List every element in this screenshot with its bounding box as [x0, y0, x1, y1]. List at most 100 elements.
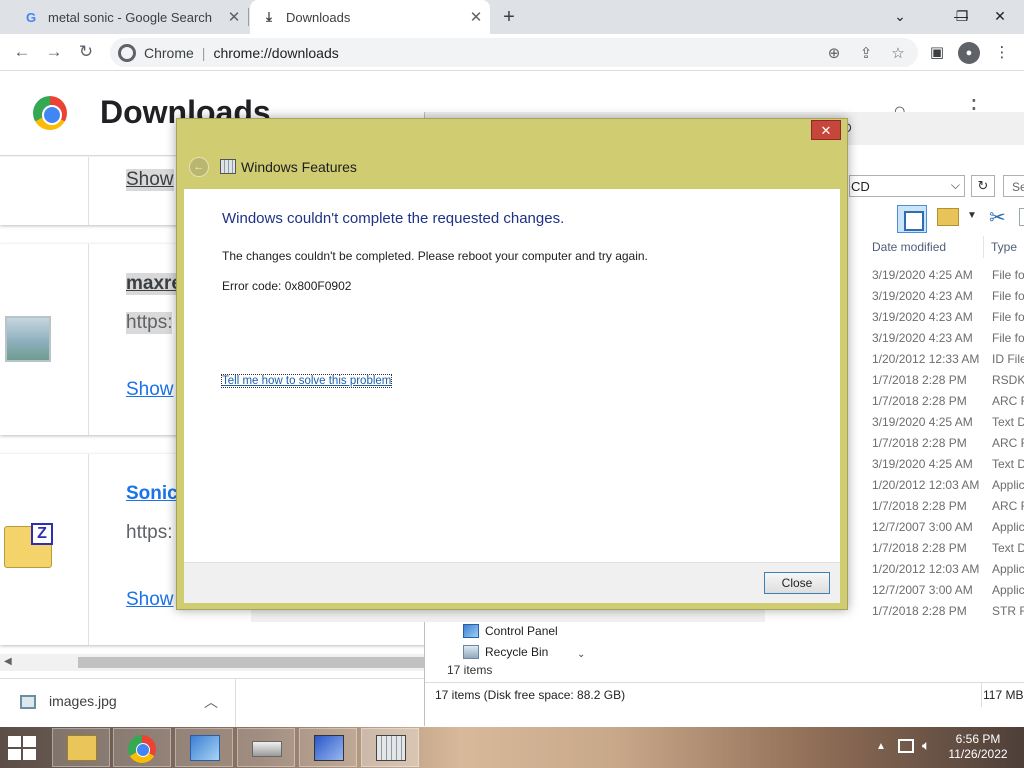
- explorer-address-bar[interactable]: CD ⌵: [849, 175, 965, 197]
- tab-google-search[interactable]: G metal sonic - Google Search ✕: [8, 0, 248, 34]
- column-divider[interactable]: [983, 236, 984, 258]
- scroll-left-icon[interactable]: ◀: [4, 656, 12, 667]
- chrome-site-icon: [118, 43, 136, 62]
- nav-item-control-panel[interactable]: Control Panel: [463, 624, 558, 638]
- file-row[interactable]: 3/19/2020 4:23 AM File fo: [872, 289, 1024, 303]
- google-icon: G: [25, 9, 37, 25]
- file-date: 3/19/2020 4:23 AM: [872, 310, 973, 324]
- forward-icon[interactable]: →: [40, 38, 68, 66]
- omnibox-separator: |: [201, 44, 206, 61]
- zoom-icon[interactable]: ⊕: [822, 42, 846, 66]
- show-in-folder-link[interactable]: Show: [126, 379, 174, 401]
- file-row[interactable]: 1/7/2018 2:28 PM ARC F: [872, 394, 1024, 408]
- close-tab-icon[interactable]: ✕: [220, 8, 248, 26]
- status-text: 17 items (Disk free space: 88.2 GB): [435, 688, 626, 702]
- profile-avatar-icon[interactable]: ●: [958, 42, 980, 64]
- file-date: 12/7/2007 3:00 AM: [872, 520, 973, 534]
- close-button[interactable]: Close: [764, 572, 830, 594]
- show-in-folder-link[interactable]: Show: [126, 169, 174, 191]
- file-row[interactable]: 12/7/2007 3:00 AM Applic: [872, 520, 1024, 534]
- dropdown-arrow-icon[interactable]: ▼: [967, 210, 977, 221]
- help-link[interactable]: Tell me how to solve this problem: [220, 374, 393, 388]
- address-bar[interactable]: Chrome | chrome://downloads ⊕ ⇪ ☆: [110, 38, 918, 67]
- file-date: 1/20/2012 12:33 AM: [872, 352, 980, 366]
- toolbar-button[interactable]: [1019, 208, 1024, 226]
- column-header-date[interactable]: Date modified: [872, 240, 946, 254]
- file-row[interactable]: 1/20/2012 12:33 AM ID File: [872, 352, 1024, 366]
- bookmark-star-icon[interactable]: ☆: [886, 42, 910, 66]
- dialog-footer: Close: [184, 562, 840, 603]
- file-type: Text D: [992, 415, 1024, 429]
- chevron-down-icon[interactable]: ⌵: [951, 178, 960, 193]
- file-date: 3/19/2020 4:25 AM: [872, 457, 973, 471]
- download-shelf-item[interactable]: images.jpg ︿: [0, 679, 236, 729]
- taskbar-drive[interactable]: [237, 728, 295, 767]
- dialog-close-icon[interactable]: ✕: [811, 120, 841, 140]
- file-row[interactable]: 3/19/2020 4:23 AM File fo: [872, 331, 1024, 345]
- address-text: CD: [851, 179, 870, 194]
- control-panel-icon: [190, 735, 220, 761]
- chevron-up-icon[interactable]: ︿: [204, 692, 218, 712]
- share-icon[interactable]: ⇪: [854, 42, 878, 66]
- file-row[interactable]: 3/19/2020 4:23 AM File fo: [872, 310, 1024, 324]
- network-icon[interactable]: [898, 739, 914, 753]
- reload-icon[interactable]: ↻: [72, 38, 100, 66]
- new-tab-button[interactable]: +: [496, 4, 522, 30]
- scroll-down-icon[interactable]: ⌄: [577, 649, 585, 660]
- nav-item-label: Recycle Bin: [485, 645, 549, 659]
- file-row[interactable]: 3/19/2020 4:25 AM Text D: [872, 415, 1024, 429]
- folder-options-icon[interactable]: [937, 208, 959, 226]
- file-row[interactable]: 1/7/2018 2:28 PM RSDK I: [872, 373, 1024, 387]
- file-row[interactable]: 3/19/2020 4:25 AM File fo: [872, 268, 1024, 282]
- tab-search-icon[interactable]: ⌄: [882, 0, 918, 34]
- file-row[interactable]: 1/7/2018 2:28 PM ARC F: [872, 436, 1024, 450]
- tab-title: Downloads: [286, 9, 351, 25]
- file-row[interactable]: 1/7/2018 2:28 PM ARC F: [872, 499, 1024, 513]
- back-arrow-icon[interactable]: ←: [189, 157, 209, 177]
- windows-start-icon[interactable]: [8, 736, 38, 760]
- file-row[interactable]: 12/7/2007 3:00 AM Applic: [872, 583, 1024, 597]
- scrollbar-thumb[interactable]: [78, 657, 425, 668]
- cut-icon[interactable]: ✂: [989, 205, 1006, 230]
- tab-title: metal sonic - Google Search: [48, 9, 213, 25]
- taskbar-setup[interactable]: [299, 728, 357, 767]
- close-tab-icon[interactable]: ✕: [462, 8, 490, 26]
- clock[interactable]: 6:56 PM 11/26/2022: [940, 732, 1016, 762]
- card-divider: [88, 454, 89, 645]
- taskbar-windows-features[interactable]: [361, 728, 419, 767]
- file-type: Applic: [992, 583, 1024, 597]
- file-row[interactable]: 1/20/2012 12:03 AM Applic: [872, 478, 1024, 492]
- nav-item-recycle-bin[interactable]: Recycle Bin: [463, 645, 548, 659]
- file-row[interactable]: 3/19/2020 4:25 AM Text D: [872, 457, 1024, 471]
- explorer-search-input[interactable]: Se: [1003, 175, 1024, 197]
- column-header-type[interactable]: Type: [991, 240, 1017, 254]
- drive-icon: [252, 741, 282, 757]
- show-in-folder-link[interactable]: Show: [126, 589, 174, 611]
- file-name-link[interactable]: Sonic: [126, 483, 178, 505]
- back-icon[interactable]: ←: [8, 38, 36, 66]
- file-date: 1/7/2018 2:28 PM: [872, 604, 967, 618]
- chrome-menu-icon[interactable]: ⋮: [991, 42, 1013, 64]
- refresh-icon[interactable]: ↻: [971, 175, 995, 197]
- browser-toolbar: ← → ↻ Chrome | chrome://downloads ⊕ ⇪ ☆ …: [0, 34, 1024, 71]
- file-date: 3/19/2020 4:23 AM: [872, 331, 973, 345]
- file-type: RSDK I: [992, 373, 1024, 387]
- taskbar-chrome[interactable]: [113, 728, 171, 767]
- site-label: Chrome: [144, 44, 194, 61]
- taskbar-control-panel[interactable]: [175, 728, 233, 767]
- tab-downloads[interactable]: ⤓ Downloads ✕: [250, 0, 490, 34]
- taskbar-file-explorer[interactable]: [52, 728, 110, 767]
- file-row[interactable]: 1/7/2018 2:28 PM STR Fi: [872, 604, 1024, 618]
- file-row[interactable]: 1/20/2012 12:03 AM Applic: [872, 562, 1024, 576]
- preview-pane-icon[interactable]: [897, 205, 927, 233]
- restore-button[interactable]: ❐: [944, 0, 980, 34]
- volume-icon[interactable]: 🔈︎: [922, 737, 930, 754]
- dialog-title: Windows Features: [241, 159, 357, 175]
- close-window-button[interactable]: ✕: [982, 0, 1018, 34]
- show-hidden-icons-icon[interactable]: ▲: [876, 741, 886, 752]
- file-name-link[interactable]: maxre: [126, 273, 182, 295]
- file-url: https:: [126, 522, 173, 543]
- horizontal-scrollbar[interactable]: ◀: [0, 654, 425, 671]
- side-panel-icon[interactable]: ▣: [926, 42, 948, 64]
- file-row[interactable]: 1/7/2018 2:28 PM Text D: [872, 541, 1024, 555]
